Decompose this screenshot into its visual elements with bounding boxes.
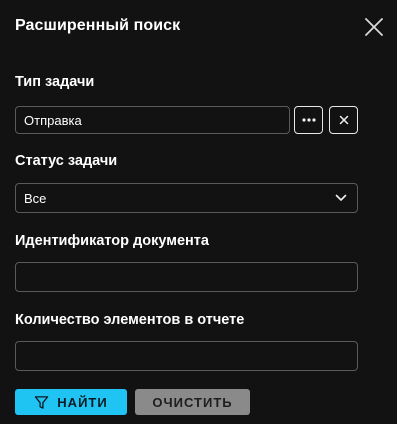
task-type-label: Тип задачи xyxy=(15,74,95,90)
close-icon xyxy=(339,115,348,125)
find-button[interactable]: НАЙТИ xyxy=(15,389,127,415)
task-status-label: Статус задачи xyxy=(15,153,118,169)
chevron-down-icon xyxy=(335,194,347,201)
more-horizontal-icon xyxy=(301,118,316,122)
document-id-input[interactable] xyxy=(16,263,357,291)
close-button[interactable] xyxy=(364,17,384,37)
document-id-label: Идентификатор документа xyxy=(15,233,209,249)
task-status-selected: Все xyxy=(24,190,47,206)
task-type-value: Отправка xyxy=(24,112,82,128)
task-type-field[interactable]: Отправка xyxy=(15,106,290,134)
task-type-clear-button[interactable] xyxy=(329,106,358,134)
task-status-select[interactable]: Все xyxy=(15,183,358,213)
panel-title: Расширенный поиск xyxy=(15,17,181,34)
advanced-search-panel: Расширенный поиск Тип задачи Отправка Ст… xyxy=(0,0,397,424)
report-count-field[interactable] xyxy=(15,341,358,371)
clear-button[interactable]: ОЧИСТИТЬ xyxy=(135,389,250,415)
document-id-field[interactable] xyxy=(15,262,358,292)
task-type-more-button[interactable] xyxy=(294,106,323,134)
find-button-label: НАЙТИ xyxy=(57,394,108,410)
report-count-label: Количество элементов в отчете xyxy=(15,312,245,328)
report-count-input[interactable] xyxy=(16,342,357,370)
clear-button-label: ОЧИСТИТЬ xyxy=(152,394,233,410)
filter-icon xyxy=(35,395,49,409)
close-icon xyxy=(365,18,383,36)
